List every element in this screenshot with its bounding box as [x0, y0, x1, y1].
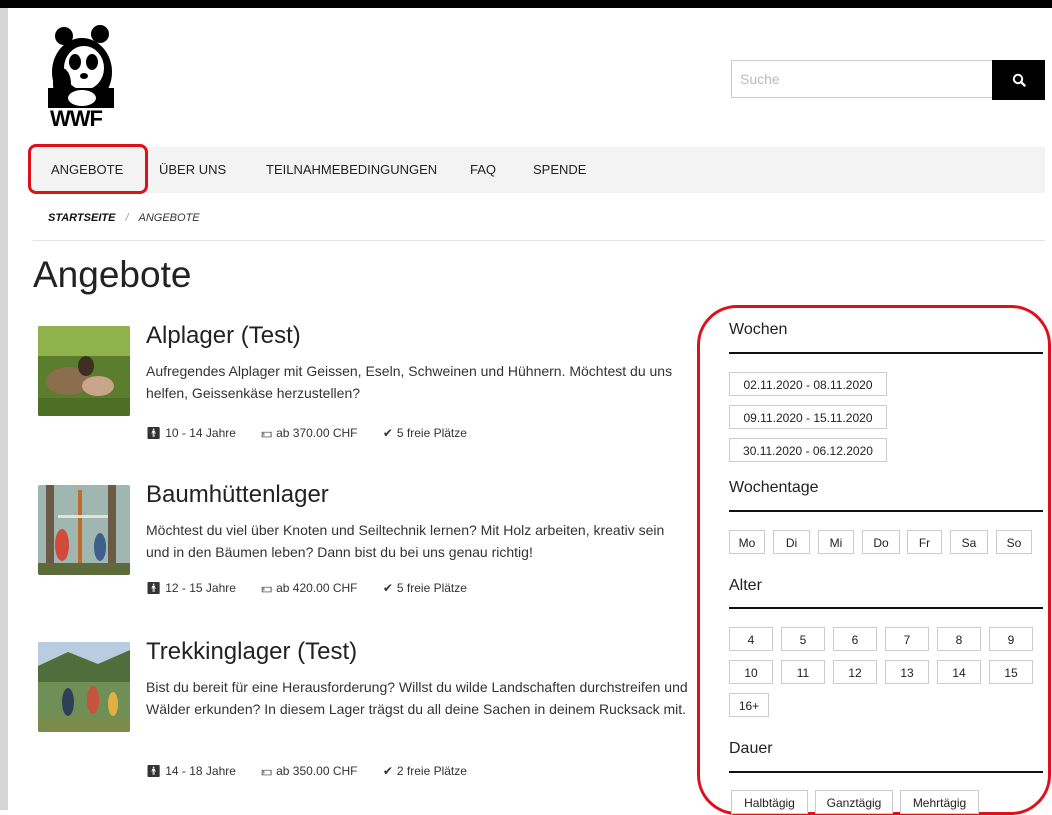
offer-image[interactable]	[38, 642, 130, 732]
money-icon: 💵︎	[261, 426, 273, 440]
search-button[interactable]	[992, 60, 1045, 100]
offer-meta: 🚹︎ 12 - 15 Jahre 💵︎ ab 420.00 CHF ✔ 5 freie…	[146, 581, 489, 596]
filter-age-chip[interactable]: 10	[729, 660, 773, 684]
filter-duration-chip[interactable]: Mehrtägig	[900, 790, 979, 814]
filter-week-chip[interactable]: 30.11.2020 - 06.12.2020	[729, 438, 887, 462]
filter-age-chip[interactable]: 4	[729, 627, 773, 651]
filter-weekday-chip[interactable]: Di	[773, 530, 810, 554]
filter-weekday-chip[interactable]: So	[996, 530, 1032, 554]
person-icon: 🚹︎	[146, 581, 162, 595]
divider	[729, 510, 1043, 512]
divider	[729, 771, 1043, 773]
panda-icon	[48, 25, 114, 108]
nav-item-faq[interactable]: FAQ	[470, 147, 496, 193]
offer-spots: 5 freie Plätze	[396, 581, 467, 595]
top-bar	[0, 0, 1052, 8]
check-icon: ✔	[382, 426, 393, 440]
filter-age-chip[interactable]: 13	[885, 660, 929, 684]
offer-spots: 5 freie Plätze	[396, 426, 467, 440]
offer-price: ab 370.00 CHF	[276, 426, 358, 440]
person-icon: 🚹︎	[146, 764, 162, 778]
breadcrumb-current: ANGEBOTE	[138, 212, 200, 224]
offer-meta: 🚹︎ 14 - 18 Jahre 💵︎ ab 350.00 CHF ✔ 2 freie…	[146, 764, 489, 779]
person-icon: 🚹︎	[146, 426, 162, 440]
nav-item-teilnahmebedingungen[interactable]: TEILNAHMEBEDINGUNGEN	[266, 147, 437, 193]
divider	[729, 352, 1043, 354]
filter-age-chip[interactable]: 8	[937, 627, 981, 651]
nav-item-ueber-uns[interactable]: ÜBER UNS	[159, 147, 226, 193]
offer-description: Möchtest du viel über Knoten und Seiltec…	[146, 522, 665, 560]
check-icon: ✔	[382, 764, 393, 778]
filter-age-chip[interactable]: 12	[833, 660, 877, 684]
nav-active-highlight	[28, 144, 148, 194]
filter-age-chip[interactable]: 6	[833, 627, 877, 651]
main-nav: ANGEBOTE ÜBER UNS TEILNAHMEBEDINGUNGEN F…	[33, 147, 1045, 193]
filter-age-chip[interactable]: 15	[989, 660, 1033, 684]
filter-heading-weekdays: Wochentage	[729, 479, 819, 496]
filter-age-chip[interactable]: 5	[781, 627, 825, 651]
filter-weekday-chip[interactable]: Sa	[950, 530, 988, 554]
money-icon: 💵︎	[261, 581, 273, 595]
logo-text: WWF	[50, 106, 103, 131]
offer-title[interactable]: Alplager (Test)	[146, 322, 301, 350]
search-icon	[1012, 73, 1026, 87]
offer-spots: 2 freie Plätze	[396, 764, 467, 778]
filter-age-chip[interactable]: 14	[937, 660, 981, 684]
offer-price: ab 420.00 CHF	[276, 581, 358, 595]
filter-week-chip[interactable]: 09.11.2020 - 15.11.2020	[729, 405, 887, 429]
offer-age: 12 - 15 Jahre	[165, 581, 236, 595]
offer-age: 14 - 18 Jahre	[165, 764, 236, 778]
offer-age: 10 - 14 Jahre	[165, 426, 236, 440]
search-input[interactable]	[731, 60, 993, 98]
filter-duration-chip[interactable]: Halbtägig	[731, 790, 808, 814]
filter-age-chip[interactable]: 7	[885, 627, 929, 651]
filter-weekday-chip[interactable]: Mi	[818, 530, 854, 554]
search-bar	[731, 60, 1045, 100]
filter-age-chip[interactable]: 9	[989, 627, 1033, 651]
offer-image[interactable]	[38, 485, 130, 575]
offer-description: Aufregendes Alplager mit Geissen, Eseln,…	[146, 363, 673, 401]
filter-duration-chip[interactable]: Ganztägig	[815, 790, 893, 814]
filter-heading-age: Alter	[729, 577, 762, 594]
offer-title[interactable]: Trekkinglager (Test)	[146, 638, 357, 666]
filter-heading-duration: Dauer	[729, 740, 773, 757]
offer-price: ab 350.00 CHF	[276, 764, 358, 778]
filter-weekday-chip[interactable]: Fr	[907, 530, 942, 554]
money-icon: 💵︎	[261, 764, 273, 778]
page-title: Angebote	[33, 254, 192, 295]
offer-title[interactable]: Baumhüttenlager	[146, 481, 329, 509]
offer-description: Bist du bereit für eine Herausforderung?…	[146, 679, 688, 717]
check-icon: ✔	[382, 581, 393, 595]
divider	[33, 240, 1045, 241]
offer-meta: 🚹︎ 10 - 14 Jahre 💵︎ ab 370.00 CHF ✔ 5 freie…	[146, 426, 489, 441]
divider	[729, 607, 1043, 609]
nav-item-spende[interactable]: SPENDE	[533, 147, 586, 193]
filter-weekday-chip[interactable]: Do	[862, 530, 900, 554]
offer-image[interactable]	[38, 326, 130, 416]
filter-week-chip[interactable]: 02.11.2020 - 08.11.2020	[729, 372, 887, 396]
left-edge	[0, 8, 8, 810]
breadcrumb: STARTSEITE / ANGEBOTE	[48, 212, 200, 224]
filter-heading-weeks: Wochen	[729, 321, 788, 338]
filter-weekday-chip[interactable]: Mo	[729, 530, 765, 554]
filter-age-chip[interactable]: 16+	[729, 693, 769, 717]
wwf-logo[interactable]: WWF	[48, 24, 114, 131]
breadcrumb-home[interactable]: STARTSEITE	[48, 212, 115, 224]
breadcrumb-separator: /	[125, 212, 129, 224]
filter-age-chip[interactable]: 11	[781, 660, 825, 684]
